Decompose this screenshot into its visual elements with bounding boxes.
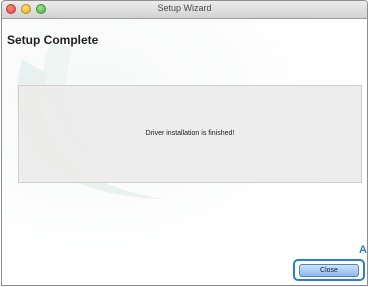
close-button-highlight: Close bbox=[293, 259, 365, 281]
close-button[interactable]: Close bbox=[299, 264, 359, 277]
wizard-content: Setup Complete Driver installation is fi… bbox=[2, 19, 367, 285]
callout-marker: A bbox=[359, 244, 367, 256]
message-panel: Driver installation is finished! bbox=[18, 85, 362, 183]
page-heading: Setup Complete bbox=[7, 33, 99, 47]
setup-wizard-window: Setup Wizard Setup Complete Driver insta… bbox=[1, 0, 368, 286]
status-message: Driver installation is finished! bbox=[145, 130, 235, 137]
window-title: Setup Wizard bbox=[157, 3, 212, 13]
title-bar: Setup Wizard bbox=[2, 1, 367, 19]
